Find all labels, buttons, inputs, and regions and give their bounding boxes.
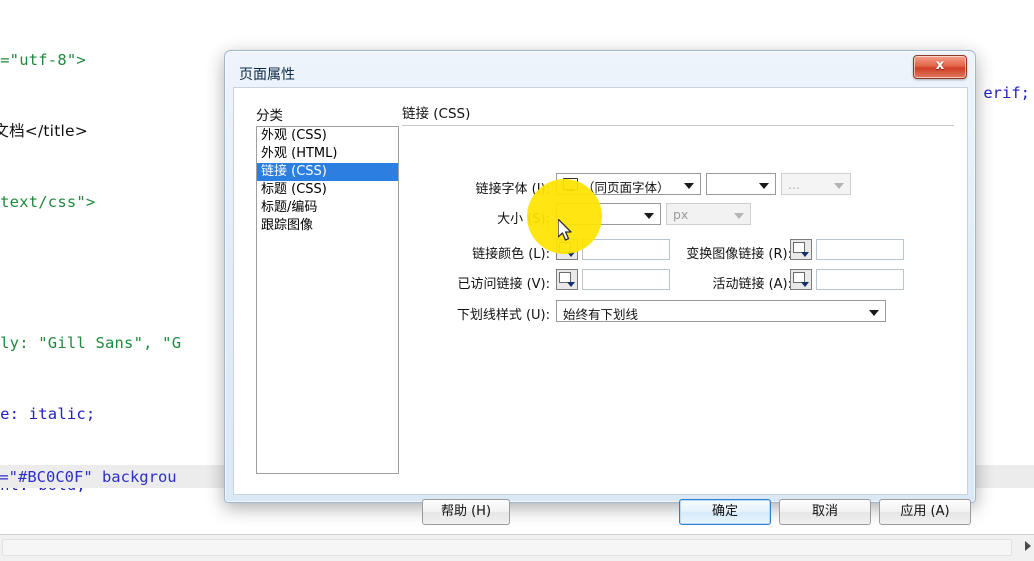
link-font-variant-combo[interactable]: ...	[781, 173, 851, 195]
rollover-link-label: 变换图像链接 (R):	[686, 247, 792, 262]
dialog-titlebar[interactable]: 页面属性 x	[225, 51, 975, 89]
size-unit-combo[interactable]: px	[666, 203, 751, 225]
active-link-color-input[interactable]	[816, 269, 904, 290]
code-line: style: italic;	[0, 405, 96, 424]
active-link-color-swatch-button[interactable]	[790, 269, 812, 290]
code-fragment-right: erif;	[983, 84, 1030, 102]
link-color-label: 链接颜色 (L):	[472, 247, 550, 262]
link-color-swatch-button[interactable]	[556, 239, 578, 260]
monitor-icon	[563, 178, 578, 191]
chevron-down-icon	[759, 183, 769, 189]
chevron-down-icon	[567, 282, 575, 287]
code-text: rset="utf-8"> 标题文档</title> pe="text/css"…	[0, 2, 181, 534]
size-combo[interactable]	[556, 203, 661, 225]
chevron-down-icon	[869, 310, 879, 316]
chevron-down-icon	[734, 213, 744, 219]
link-font-variant-value: ...	[788, 177, 800, 192]
category-list[interactable]: 外观 (CSS) 外观 (HTML) 链接 (CSS) 标题 (CSS) 标题/…	[256, 126, 399, 474]
visited-link-label: 已访问链接 (V):	[457, 277, 550, 292]
visited-link-color-swatch-button[interactable]	[556, 269, 578, 290]
cancel-button[interactable]: 取消	[779, 499, 871, 525]
underline-style-value: 始终有下划线	[563, 307, 639, 322]
scroll-right-arrow-icon[interactable]	[1025, 541, 1031, 551]
category-item-appearance-css[interactable]: 外观 (CSS)	[257, 127, 398, 145]
pane-divider	[402, 125, 954, 126]
size-unit-value: px	[673, 207, 689, 222]
underline-style-label: 下划线样式 (U):	[456, 308, 550, 323]
category-item-links-css[interactable]: 链接 (CSS)	[257, 163, 398, 181]
help-button[interactable]: 帮助 (H)	[422, 499, 510, 525]
code-line-bottom: olor="#BC0C0F" backgrou	[0, 468, 177, 486]
link-font-style-combo[interactable]	[706, 173, 776, 195]
chevron-down-icon	[801, 252, 809, 257]
chevron-down-icon	[834, 183, 844, 189]
dialog-title: 页面属性	[239, 67, 295, 83]
code-line: 标题文档</title>	[0, 121, 88, 140]
chevron-down-icon	[801, 282, 809, 287]
category-item-title-encoding[interactable]: 标题/编码	[257, 199, 398, 217]
code-line: family: "Gill Sans", "G	[0, 334, 182, 353]
code-line: rset="utf-8">	[0, 51, 86, 70]
link-font-value: （同页面字体）	[582, 180, 670, 195]
close-button[interactable]: x	[913, 55, 967, 79]
visited-link-color-input[interactable]	[582, 269, 670, 290]
ok-button[interactable]: 确定	[679, 499, 771, 525]
dialog-body: 分类 外观 (CSS) 外观 (HTML) 链接 (CSS) 标题 (CSS) …	[233, 87, 971, 525]
category-item-appearance-html[interactable]: 外观 (HTML)	[257, 145, 398, 163]
apply-button[interactable]: 应用 (A)	[879, 499, 971, 525]
chevron-down-icon	[567, 252, 575, 257]
category-item-headings-css[interactable]: 标题 (CSS)	[257, 181, 398, 199]
page-properties-dialog: 页面属性 x 分类 外观 (CSS) 外观 (HTML) 链接 (CSS) 标题…	[224, 50, 976, 525]
link-color-input[interactable]	[582, 239, 670, 260]
category-item-tracing-image[interactable]: 跟踪图像	[257, 217, 398, 235]
underline-style-combo[interactable]: 始终有下划线	[556, 300, 886, 322]
code-line: pe="text/css">	[0, 192, 96, 211]
size-label: 大小 (S):	[497, 212, 550, 227]
link-font-label: 链接字体 (I):	[475, 182, 551, 197]
rollover-link-color-input[interactable]	[816, 239, 904, 260]
rollover-link-color-swatch-button[interactable]	[790, 239, 812, 260]
chevron-down-icon	[644, 213, 654, 219]
active-link-label: 活动链接 (A):	[712, 277, 792, 292]
pane-title: 链接 (CSS)	[402, 106, 471, 122]
chevron-down-icon	[684, 183, 694, 189]
scrollbar-thumb[interactable]	[2, 539, 1012, 556]
horizontal-scrollbar[interactable]	[0, 534, 1034, 561]
link-font-combo[interactable]: （同页面字体）	[556, 173, 701, 195]
close-icon: x	[935, 58, 945, 73]
category-label: 分类	[256, 108, 283, 124]
